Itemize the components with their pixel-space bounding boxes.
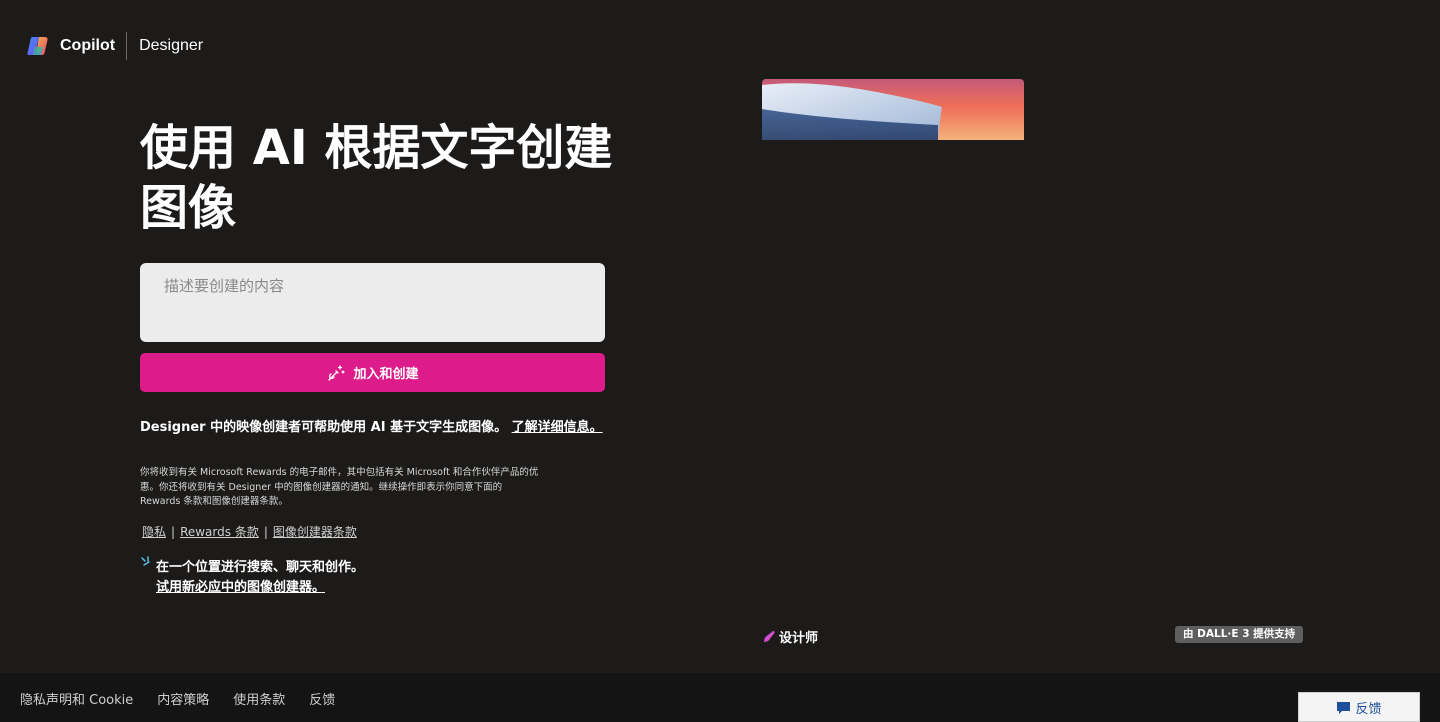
brand-name[interactable]: Copilot <box>60 37 115 55</box>
rewards-terms-link[interactable]: Rewards 条款 <box>180 523 259 540</box>
designer-tag-label: 设计师 <box>779 631 819 646</box>
showcase-image <box>762 79 1024 140</box>
designer-tag[interactable]: 设计师 <box>762 627 818 646</box>
feedback-button[interactable]: 反馈 <box>1298 692 1420 722</box>
copilot-logo-icon[interactable] <box>26 33 52 59</box>
prompt-box <box>140 263 605 342</box>
image-creator-terms-link[interactable]: 图像创建器条款 <box>273 523 357 540</box>
legal-links: 隐私 | Rewards 条款 | 图像创建器条款 <box>142 523 357 540</box>
dalle-powered-badge: 由 DALL·E 3 提供支持 <box>1175 626 1304 643</box>
page-title: 使用 AI 根据文字创建图像 <box>140 120 613 236</box>
designer-logo-icon <box>764 630 775 642</box>
link-separator: | <box>263 524 268 539</box>
header-divider <box>126 32 128 60</box>
description: Designer 中的映像创建者可帮助使用 AI 基于文字生成图像。 了解详细信… <box>140 418 610 437</box>
try-new-bing-link[interactable]: 试用新必应中的图像创建器。 <box>156 576 325 595</box>
promo-text: 在一个位置进行搜索、聊天和创作。 <box>156 560 365 575</box>
privacy-link[interactable]: 隐私 <box>142 523 166 540</box>
product-name[interactable]: Designer <box>139 37 203 55</box>
rewards-disclaimer: 你将收到有关 Microsoft Rewards 的电子邮件，其中包括有关 Mi… <box>140 467 539 507</box>
feedback-icon <box>1337 701 1351 714</box>
header: Copilot Designer <box>26 32 203 60</box>
link-separator: | <box>171 524 176 539</box>
footer: 隐私声明和 Cookie 内容策略 使用条款 反馈 <box>0 673 1440 722</box>
footer-privacy-link[interactable]: 隐私声明和 Cookie <box>20 689 133 708</box>
learn-more-link[interactable]: 了解详细信息。 <box>512 420 603 435</box>
join-and-create-label: 加入和创建 <box>353 367 419 382</box>
footer-feedback-link[interactable]: 反馈 <box>309 689 335 708</box>
footer-links: 隐私声明和 Cookie 内容策略 使用条款 反馈 <box>20 689 359 708</box>
join-and-create-button[interactable]: 加入和创建 <box>140 353 605 392</box>
wand-sparkle-icon <box>328 364 346 381</box>
sparkle-icon <box>141 556 150 566</box>
feedback-button-label: 反馈 <box>1355 701 1382 717</box>
footer-content-policy-link[interactable]: 内容策略 <box>157 689 209 708</box>
prompt-input[interactable] <box>140 263 605 342</box>
footer-terms-link[interactable]: 使用条款 <box>233 689 285 708</box>
description-text: Designer 中的映像创建者可帮助使用 AI 基于文字生成图像。 <box>140 420 508 435</box>
